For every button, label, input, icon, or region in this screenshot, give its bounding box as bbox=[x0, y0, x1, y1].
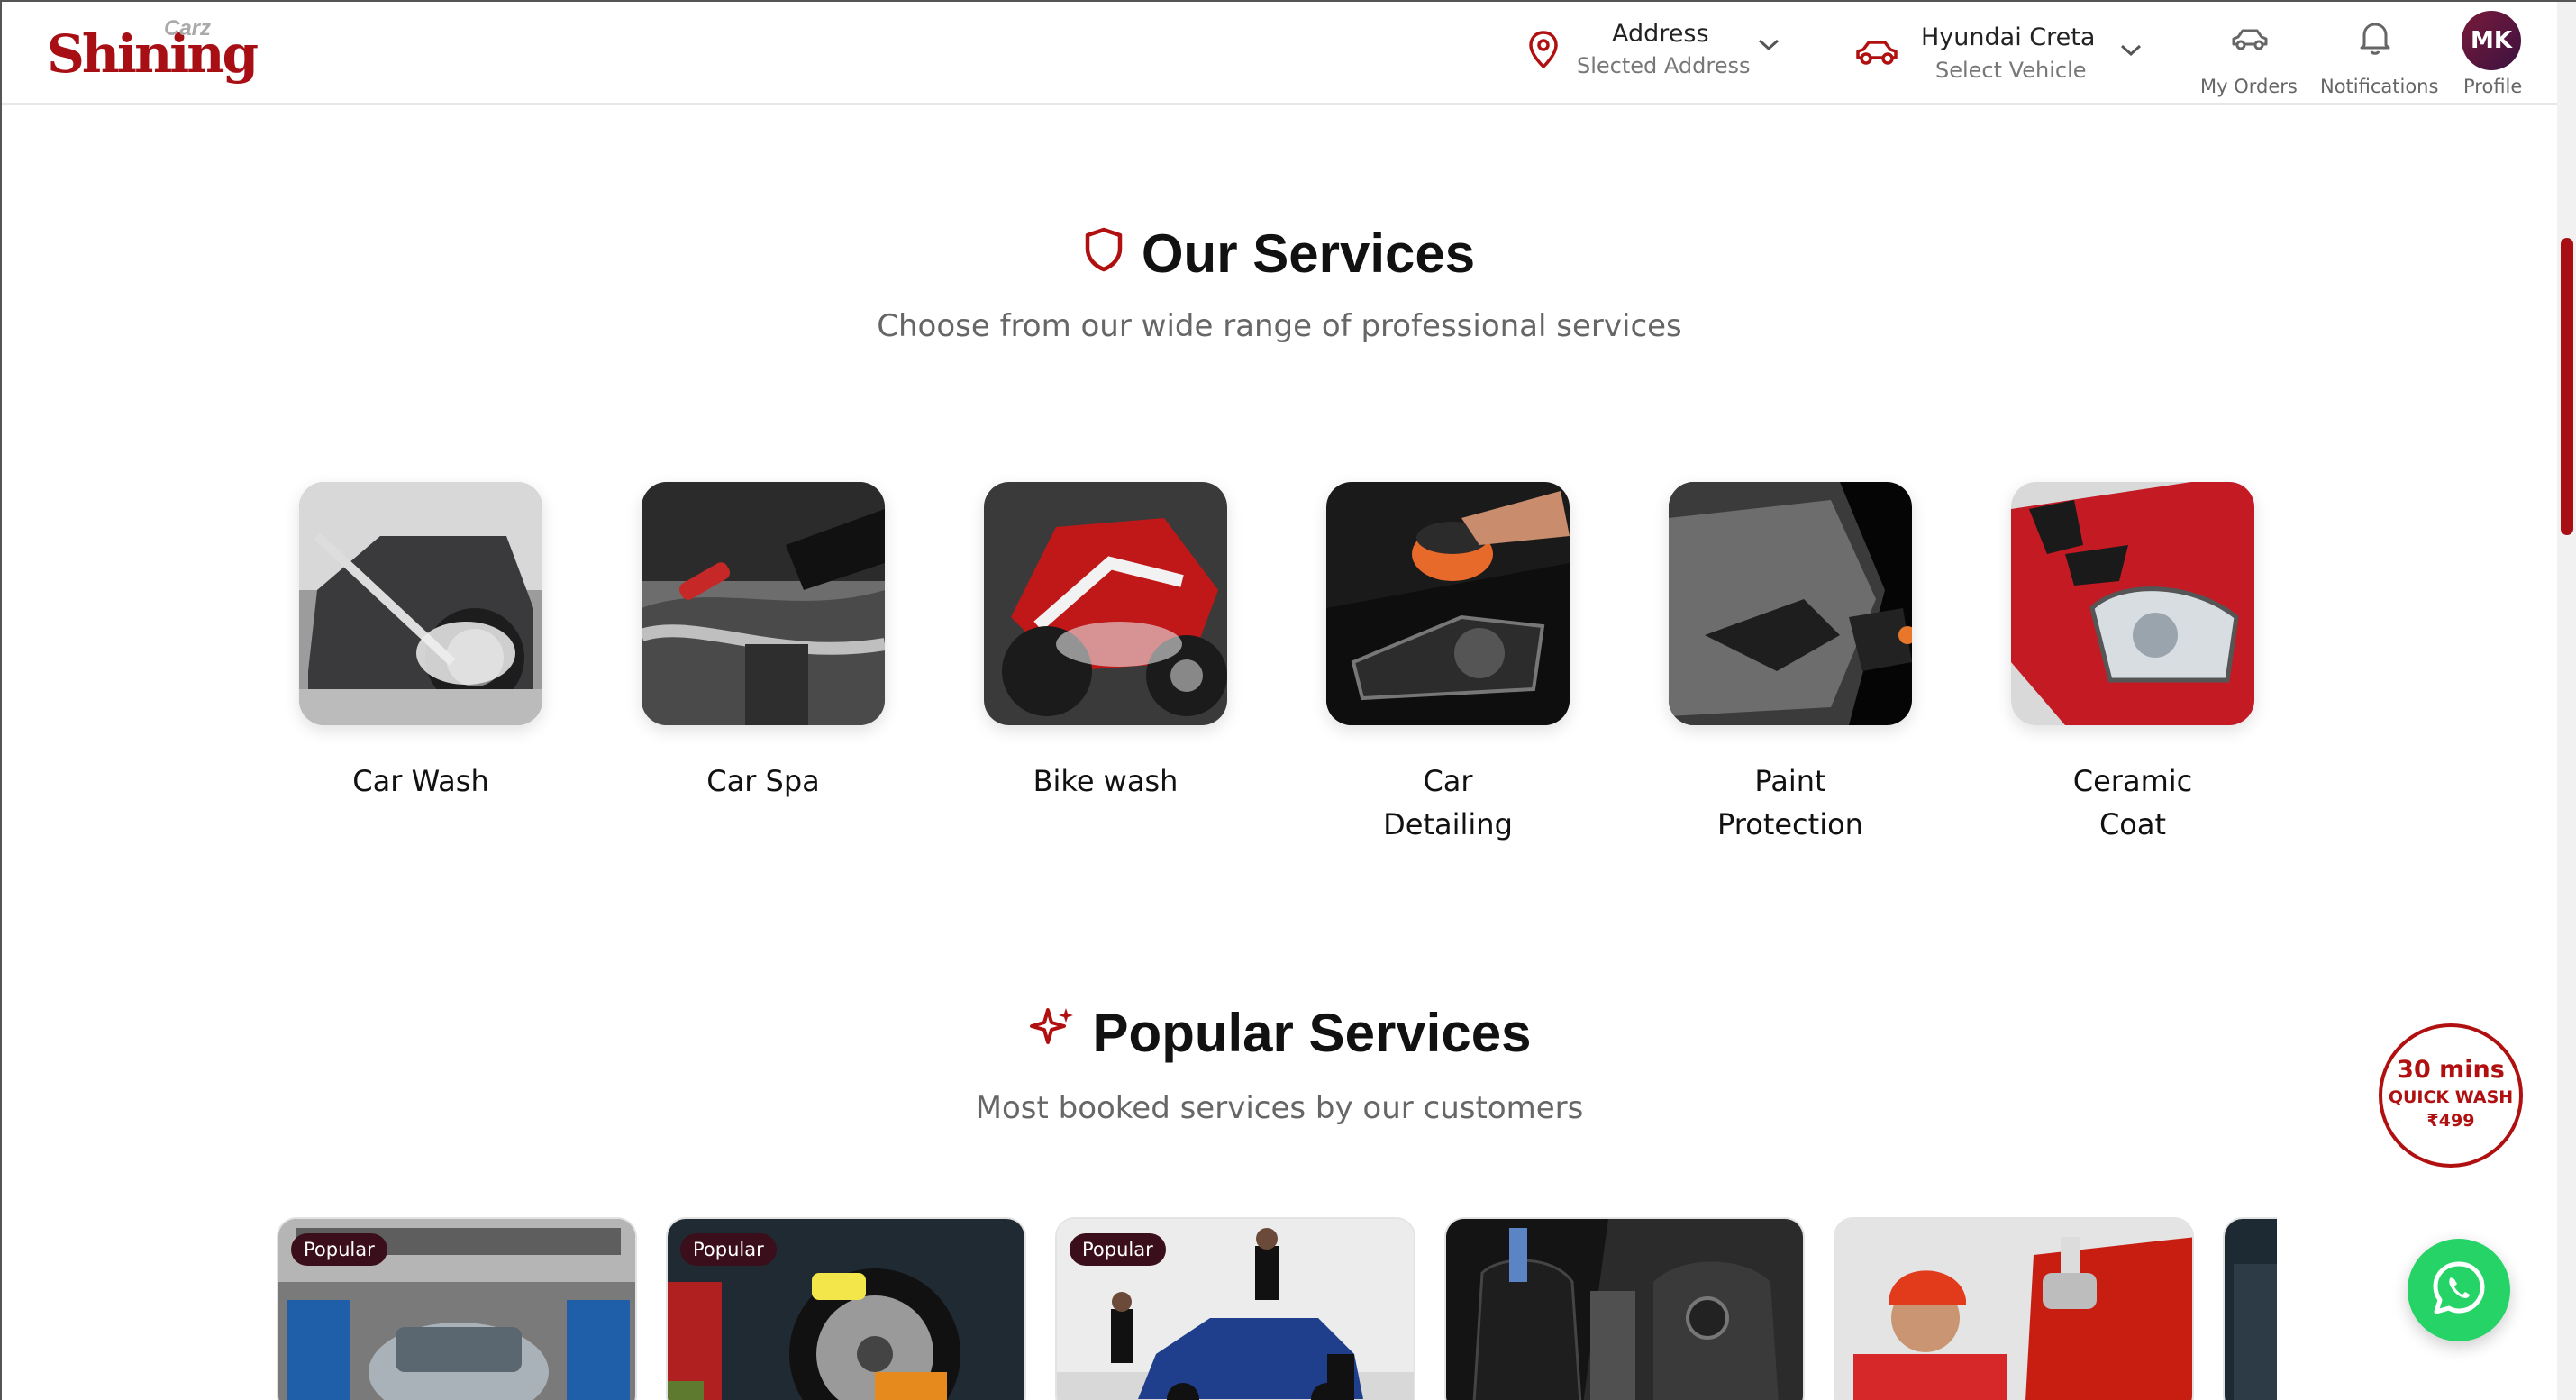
quick-wash-price: ₹499 bbox=[2426, 1111, 2475, 1131]
service-image bbox=[299, 482, 542, 725]
our-services-title: Our Services bbox=[2, 223, 2557, 285]
my-orders-label: My Orders bbox=[2200, 76, 2298, 97]
scrollbar-track[interactable] bbox=[2557, 2, 2576, 1400]
popular-services-title: Popular Services bbox=[2, 1002, 2557, 1064]
vehicle-subtitle: Select Vehicle bbox=[1935, 58, 2087, 83]
service-image bbox=[2011, 482, 2254, 725]
service-car-wash[interactable]: Car Wash bbox=[299, 482, 542, 803]
whatsapp-button[interactable] bbox=[2408, 1239, 2510, 1341]
service-image bbox=[1326, 482, 1570, 725]
quick-wash-label: QUICK WASH bbox=[2388, 1087, 2514, 1107]
address-selector[interactable]: Address Slected Address bbox=[1525, 2, 1795, 103]
chevron-down-icon bbox=[2119, 43, 2143, 61]
popular-service-card[interactable] bbox=[1444, 1217, 1805, 1400]
service-car-detailing[interactable]: Car Detailing bbox=[1326, 482, 1570, 846]
profile-label: Profile bbox=[2463, 76, 2523, 97]
vehicle-selector[interactable]: Hyundai Creta Select Vehicle bbox=[1854, 2, 2152, 103]
notifications-label: Notifications bbox=[2320, 76, 2439, 97]
car-outline-icon bbox=[2231, 27, 2269, 56]
address-title: Address bbox=[1612, 20, 1709, 48]
service-label: Ceramic Coat bbox=[2072, 764, 2193, 841]
top-navbar: Shining Carz Address Slected Address Hyu… bbox=[2, 2, 2557, 105]
popular-service-card-partial[interactable] bbox=[2223, 1217, 2277, 1400]
service-image bbox=[1669, 482, 1912, 725]
vehicle-title: Hyundai Creta bbox=[1921, 23, 2096, 51]
sparkle-icon bbox=[1028, 1002, 1075, 1064]
popular-services-title-text: Popular Services bbox=[1092, 1003, 1532, 1063]
popular-services-subtitle: Most booked services by our customers bbox=[975, 1090, 1584, 1126]
popular-service-card[interactable]: Popular bbox=[1055, 1217, 1415, 1400]
quick-wash-badge[interactable]: 30 mins QUICK WASH ₹499 bbox=[2379, 1023, 2523, 1168]
brand-sub: Carz bbox=[164, 16, 212, 41]
our-services-subtitle: Choose from our wide range of profession… bbox=[877, 308, 1682, 344]
service-image bbox=[984, 482, 1227, 725]
whatsapp-icon bbox=[2429, 1259, 2489, 1322]
popular-badge: Popular bbox=[680, 1233, 777, 1266]
service-image bbox=[642, 482, 885, 725]
brand-name: Shining bbox=[47, 23, 259, 85]
car-icon bbox=[1854, 38, 1899, 67]
popular-service-card[interactable]: Popular bbox=[277, 1217, 637, 1400]
app-window: Shining Carz Address Slected Address Hyu… bbox=[0, 0, 2576, 1400]
scrollbar-thumb[interactable] bbox=[2561, 238, 2573, 535]
service-label: Car Spa bbox=[706, 764, 820, 798]
service-ceramic-coat[interactable]: Ceramic Coat bbox=[2011, 482, 2254, 846]
our-services-title-text: Our Services bbox=[1141, 223, 1476, 284]
service-bike-wash[interactable]: Bike wash bbox=[984, 482, 1227, 803]
service-label: Paint Protection bbox=[1717, 764, 1863, 841]
notifications-button[interactable]: Notifications bbox=[2319, 2, 2439, 103]
popular-badge: Popular bbox=[291, 1233, 387, 1266]
service-paint-protection[interactable]: Paint Protection bbox=[1669, 482, 1912, 846]
popular-service-card[interactable] bbox=[1834, 1217, 2194, 1400]
popular-badge: Popular bbox=[1070, 1233, 1166, 1266]
map-pin-icon bbox=[1528, 31, 1559, 68]
brand-logo[interactable]: Shining Carz bbox=[47, 16, 259, 88]
address-subtitle: Slected Address bbox=[1577, 53, 1751, 78]
service-label: Car Wash bbox=[352, 764, 489, 798]
avatar[interactable]: MK bbox=[2462, 11, 2521, 70]
quick-wash-time: 30 mins bbox=[2397, 1056, 2505, 1084]
chevron-down-icon bbox=[1757, 38, 1780, 56]
shield-icon bbox=[1084, 223, 1124, 285]
service-label: Bike wash bbox=[1033, 764, 1179, 798]
service-label: Car Detailing bbox=[1383, 764, 1513, 841]
bell-icon bbox=[2359, 20, 2391, 59]
popular-service-card[interactable]: Popular bbox=[666, 1217, 1026, 1400]
my-orders-button[interactable]: My Orders bbox=[2191, 2, 2308, 103]
service-car-spa[interactable]: Car Spa bbox=[642, 482, 885, 803]
